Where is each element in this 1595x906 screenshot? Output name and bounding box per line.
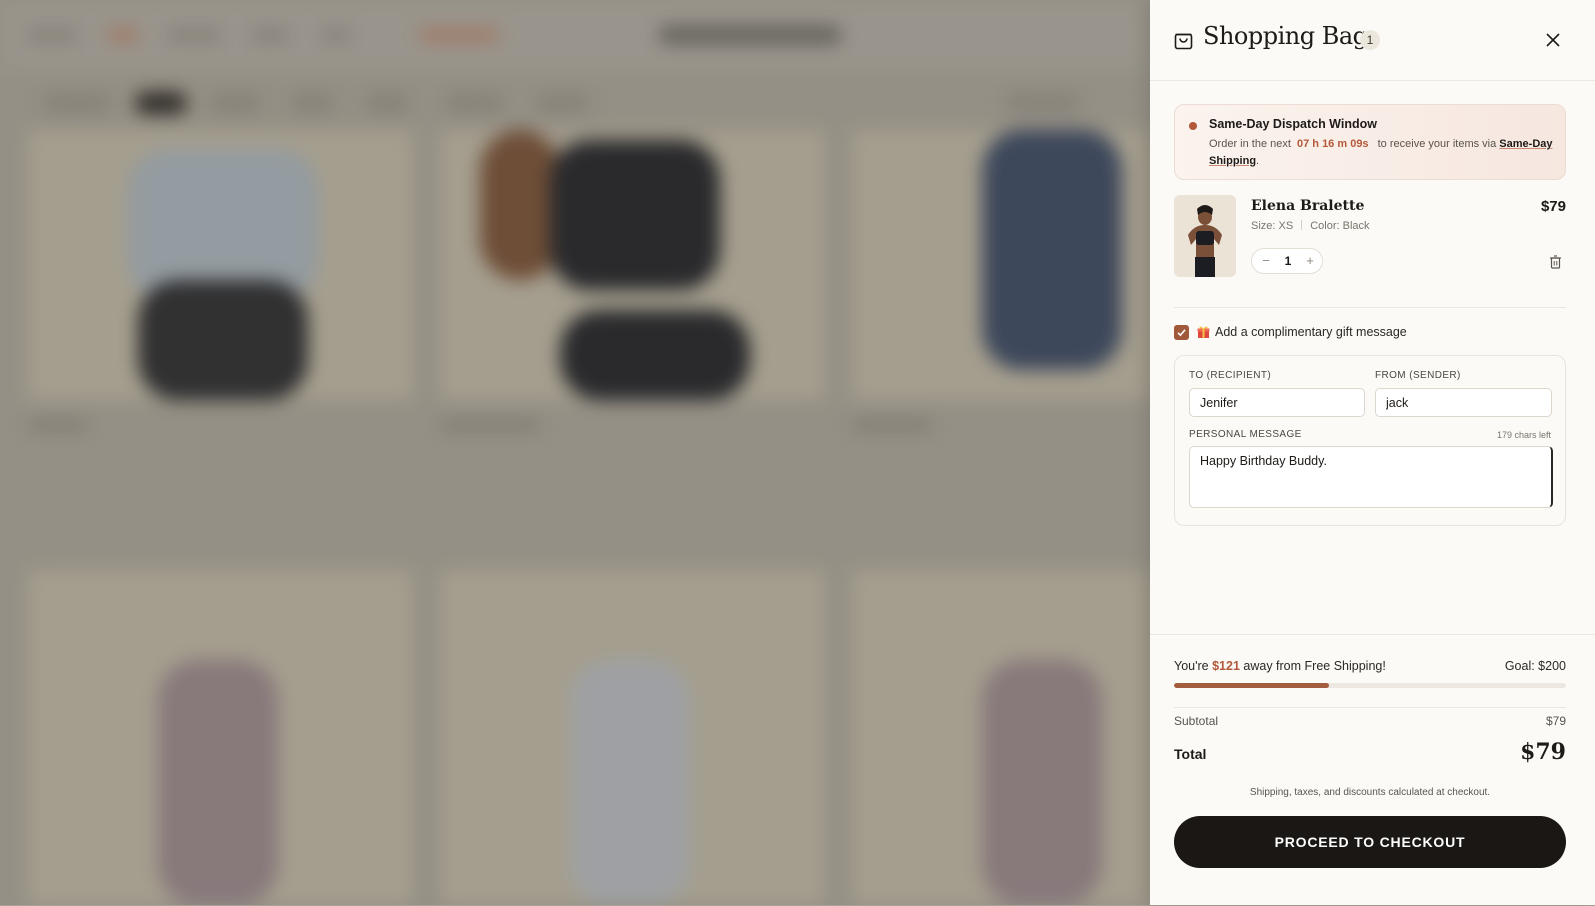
sender-label: From (Sender) [1375,370,1461,381]
product-thumbnail[interactable] [1174,195,1236,277]
status-dot [1189,122,1197,130]
product-color: Black [1342,220,1370,232]
recipient-input[interactable] [1189,388,1365,417]
shopping-bag-icon [1174,33,1193,50]
sender-input[interactable] [1375,388,1552,417]
chars-left-counter: 179 chars left [1496,430,1551,440]
subtotal-value: $79 [1545,714,1566,728]
progress-fill [1174,683,1329,688]
gift-icon [1197,326,1210,338]
proceed-to-checkout-button[interactable]: PROCEED TO CHECKOUT [1174,816,1566,868]
decrease-quantity-button[interactable]: − [1258,253,1274,269]
trash-icon[interactable] [1549,255,1562,269]
check-icon [1177,329,1186,337]
gift-message-checkbox[interactable] [1174,325,1189,340]
modal-overlay[interactable] [0,0,1150,905]
free-shipping-remaining: $121 [1212,659,1240,673]
blurred-storefront-background [0,0,1150,905]
divider [1174,707,1566,708]
gift-message-form: To (Recipient) From (Sender) Personal Me… [1174,355,1566,526]
product-variant: Size: XS Color: Black [1251,220,1370,232]
checkout-note: Shipping, taxes, and discounts calculate… [1249,787,1491,798]
dispatch-window-banner: Same-Day Dispatch Window Order in the ne… [1174,104,1566,180]
product-price: $79 [1540,198,1566,215]
quantity-value: 1 [1284,254,1292,268]
dispatch-title: Same-Day Dispatch Window [1209,117,1377,131]
product-name[interactable]: Elena Bralette [1251,198,1364,214]
free-shipping-goal: Goal: $200 [1504,659,1566,673]
quantity-stepper: − 1 + [1251,248,1323,274]
dispatch-description: Order in the next 07 h 16 m 09s to recei… [1209,138,1553,167]
close-icon[interactable] [1542,29,1564,51]
gift-message-label: Add a complimentary gift message [1215,325,1407,339]
cart-item: Elena Bralette $79 Size: XS Color: Black … [1174,195,1566,308]
total-value: $79 [1520,739,1566,765]
free-shipping-progress-bar [1174,683,1566,688]
recipient-label: To (Recipient) [1189,370,1272,381]
bag-summary-footer: You're $121 away from Free Shipping! Goa… [1150,634,1595,906]
free-shipping-message: You're $121 away from Free Shipping! [1174,659,1386,673]
shopping-bag-drawer: Shopping Bag 1 Same-Day Dispatch Window … [1150,0,1595,905]
drawer-title: Shopping Bag [1203,22,1368,50]
total-label: Total [1174,746,1207,762]
dispatch-countdown: 07 h 16 m 09s [1297,138,1369,150]
product-size: XS [1278,220,1294,232]
drawer-header: Shopping Bag 1 [1150,0,1595,81]
personal-message-label: Personal Message [1189,429,1302,440]
increase-quantity-button[interactable]: + [1302,253,1318,269]
personal-message-textarea[interactable]: Happy Birthday Buddy. [1189,446,1553,508]
item-count-badge: 1 [1360,30,1380,50]
subtotal-label: Subtotal [1174,714,1219,728]
